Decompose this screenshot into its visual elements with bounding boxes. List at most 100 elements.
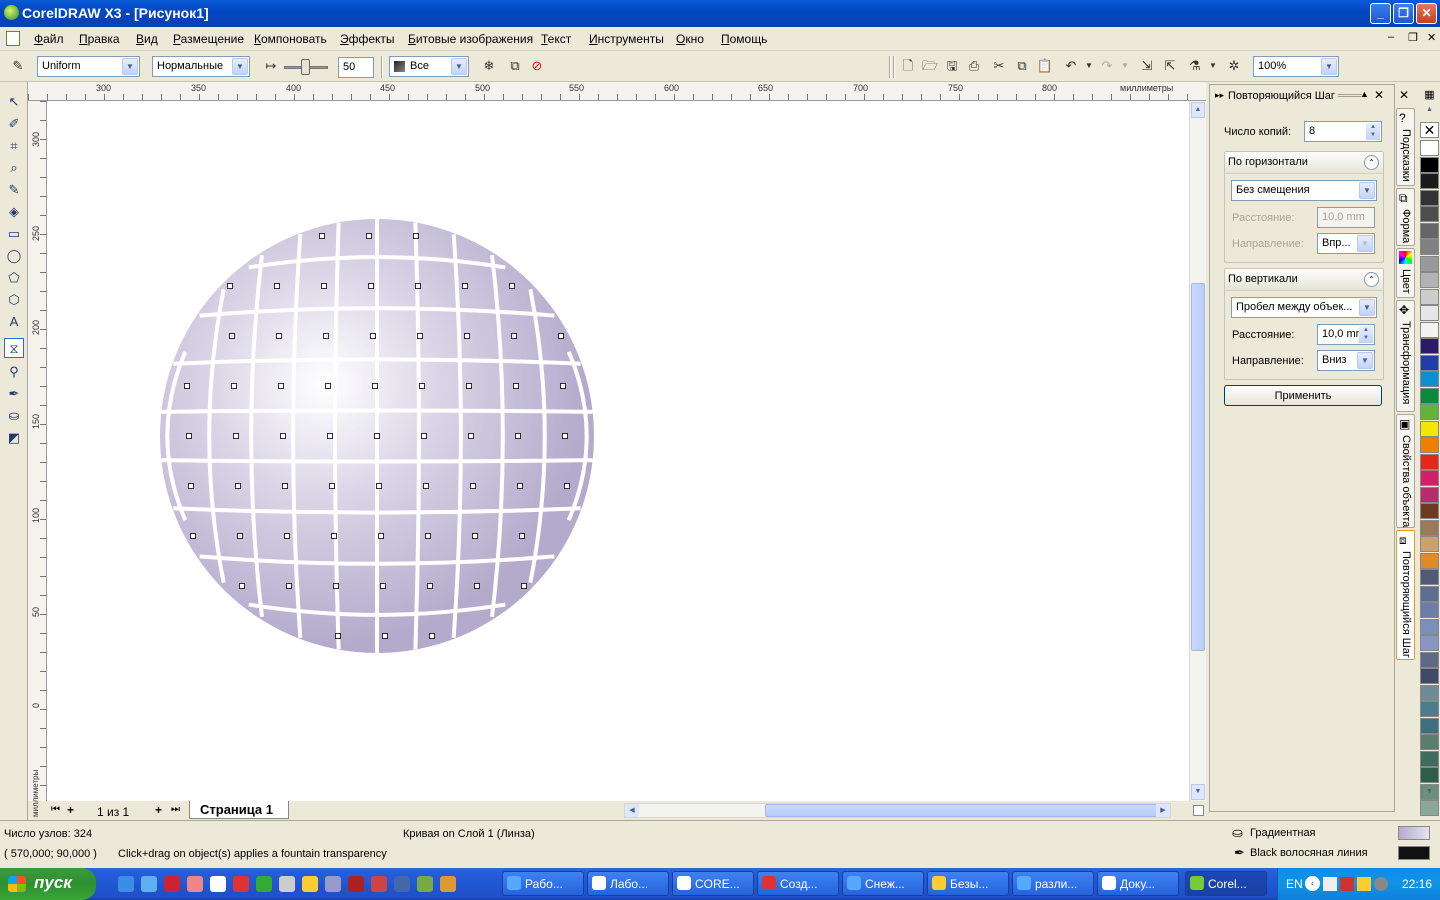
doc-minimize-button[interactable]: – [1388,31,1394,43]
crop-tool-icon[interactable]: ⌗ [4,136,24,156]
network-tray-icon[interactable] [1323,877,1337,891]
first-page-icon[interactable]: ⏮ [51,804,60,815]
freehand-tool-icon[interactable]: ✎ [4,180,24,200]
color-swatch[interactable] [1420,255,1439,272]
outline-tool-icon[interactable]: ✒ [4,384,24,404]
zoom-select[interactable]: 100% ▼ [1253,56,1339,77]
node-handle[interactable] [380,583,386,589]
horizontal-distance-input[interactable]: 10,0 mm [1317,207,1375,228]
transparency-type-select[interactable]: Uniform ▼ [37,56,140,77]
node-handle[interactable] [325,383,331,389]
color-swatch[interactable] [1420,503,1439,519]
new-document-icon[interactable]: 🗋 [899,57,917,75]
copy-transparency-icon[interactable]: ⧉ [506,57,524,75]
tab-object-properties[interactable]: Свойства объекта ▣ [1396,414,1415,528]
color-swatch[interactable] [1420,651,1439,668]
node-handle[interactable] [511,333,517,339]
color-swatch[interactable] [1420,569,1439,585]
node-handle[interactable] [558,333,564,339]
navigator-corner-button[interactable] [1193,805,1204,816]
apply-button[interactable]: Применить [1224,385,1382,406]
clear-transparency-icon[interactable]: ⊘ [528,57,546,75]
last-page-icon[interactable]: ⏭ [171,804,180,815]
menu-tools[interactable]: Инструменты [589,32,664,46]
interactive-fill-tool-icon[interactable]: ◩ [4,428,24,448]
task-button[interactable]: Безы... [927,871,1009,896]
task-button[interactable]: Рабо... [502,871,584,896]
task-button[interactable]: Снеж... [842,871,924,896]
color-swatch[interactable] [1420,272,1439,288]
node-handle[interactable] [513,383,519,389]
shape-tool-icon[interactable]: ✐ [4,114,24,134]
node-handle[interactable] [472,533,478,539]
outline-swatch[interactable] [1398,846,1430,860]
color-swatch[interactable] [1420,453,1439,470]
color-swatch[interactable] [1420,371,1439,387]
page-tab[interactable]: Страница 1 [189,801,289,819]
scroll-down-button[interactable]: ▼ [1191,784,1205,800]
color-swatch[interactable] [1420,602,1439,618]
vertical-direction-select[interactable]: Вниз ▼ [1317,350,1375,371]
basic-shapes-tool-icon[interactable]: ⬡ [4,290,24,310]
node-handle[interactable] [374,433,380,439]
node-handle[interactable] [470,483,476,489]
color-swatch[interactable] [1420,189,1439,206]
menu-bitmaps[interactable]: Битовые изображения [408,32,533,46]
docker-tabs-close-icon[interactable]: ✕ [1399,88,1409,102]
node-handle[interactable] [366,233,372,239]
node-handle[interactable] [515,433,521,439]
launcher-dropdown-icon[interactable]: ▼ [1204,57,1222,75]
zoom-tool-icon[interactable]: ⌕ [4,158,24,178]
save-icon[interactable]: 🖫 [943,57,961,75]
color-swatch[interactable] [1420,239,1439,255]
node-handle[interactable] [239,583,245,589]
redo-icon[interactable]: ↷ [1098,57,1116,75]
antivirus-tray-icon[interactable] [1340,877,1354,891]
vertical-ruler[interactable]: 300 250 200 150 100 50 0 миллиметры [28,101,47,817]
task-button[interactable]: Доку... [1097,871,1179,896]
word-quicklaunch-icon[interactable] [210,876,226,892]
color-swatch[interactable] [1420,734,1439,750]
freeze-icon[interactable]: ❄ [480,57,498,75]
color-swatch[interactable] [1420,717,1439,734]
transparency-operation-select[interactable]: Нормальные ▼ [152,56,250,77]
doc-restore-button[interactable]: ❐ [1408,31,1418,44]
node-handle[interactable] [382,633,388,639]
node-handle[interactable] [466,383,472,389]
color-swatch[interactable] [1420,750,1439,767]
horizontal-ruler[interactable]: 300 350 400 450 500 550 600 650 700 750 … [28,82,1206,101]
app8-quicklaunch-icon[interactable] [440,876,456,892]
task-button[interactable]: Лабо... [587,871,669,896]
menu-view[interactable]: Вид [136,32,158,46]
palette-scroll-up-icon[interactable]: ▲ [1420,106,1439,118]
color-swatch[interactable] [1420,552,1439,569]
rectangle-tool-icon[interactable]: ▭ [4,224,24,244]
smart-fill-tool-icon[interactable]: ◈ [4,202,24,222]
vertical-mode-select[interactable]: Пробел между объек... ▼ [1231,297,1377,318]
horizontal-scrollbar[interactable]: ◀ ▶ [624,803,1171,818]
app7-quicklaunch-icon[interactable] [417,876,433,892]
coreldraw-app-icon[interactable] [4,5,19,20]
menu-window[interactable]: Окно [676,32,704,46]
color-swatch[interactable] [1420,767,1439,783]
color-swatch[interactable] [1420,420,1439,437]
app6-quicklaunch-icon[interactable] [394,876,410,892]
horizontal-direction-select[interactable]: Впр... ▼ [1317,233,1375,254]
color-swatch[interactable] [1420,321,1439,338]
transparency-target-select[interactable]: Все ▼ [389,56,469,77]
palette-scroll-down-icon[interactable]: ▼ [1420,788,1439,802]
application-launcher-icon[interactable]: ⚗ [1186,57,1204,75]
app2-quicklaunch-icon[interactable] [187,876,203,892]
node-handle[interactable] [321,283,327,289]
tray-expand-icon[interactable]: ‹ [1305,876,1320,891]
media-quicklaunch-icon[interactable] [279,876,295,892]
node-handle[interactable] [284,533,290,539]
task-button[interactable]: Созд... [757,871,839,896]
node-handle[interactable] [370,333,376,339]
node-handle[interactable] [413,233,419,239]
node-handle[interactable] [509,283,515,289]
app3-quicklaunch-icon[interactable] [325,876,341,892]
color-swatch[interactable] [1420,618,1439,635]
volume-tray-icon[interactable] [1374,877,1388,891]
node-handle[interactable] [286,583,292,589]
